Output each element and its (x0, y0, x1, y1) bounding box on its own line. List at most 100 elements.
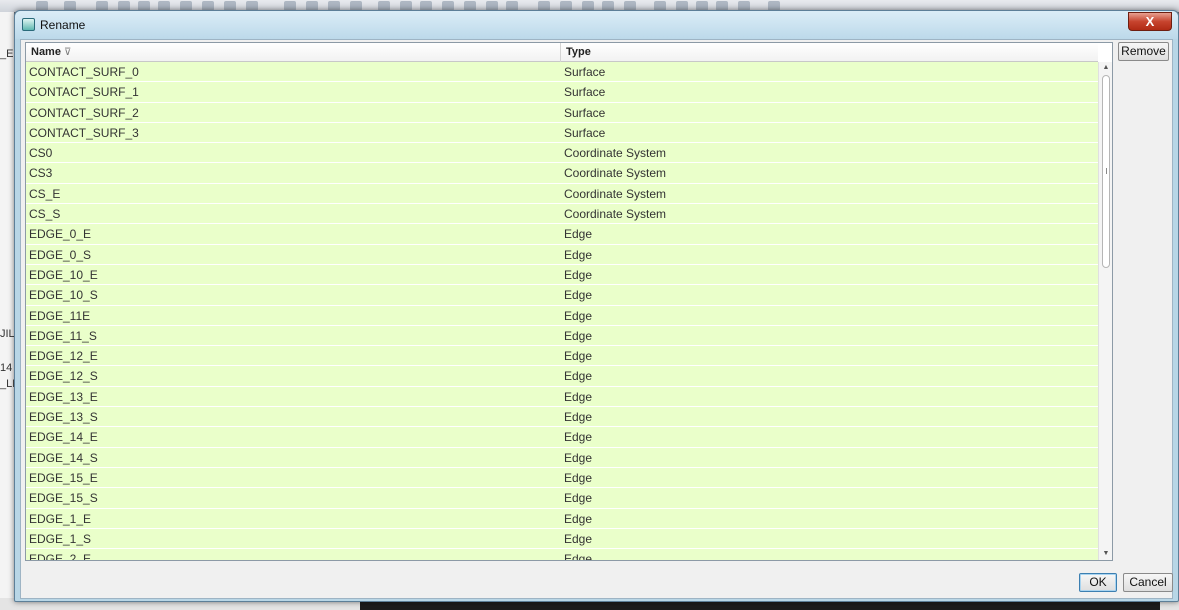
column-header-type[interactable]: Type (561, 43, 1098, 62)
cell-type: Edge (564, 531, 593, 546)
rename-dialog: Rename X Name ⊽ Type CONTACT_SURF_0 Surfac… (14, 10, 1179, 602)
column-header-label: Name (31, 46, 61, 58)
cell-name[interactable]: EDGE_1_S (29, 529, 557, 549)
table-row[interactable]: EDGE_0_S Edge (26, 244, 1098, 265)
table-body: CONTACT_SURF_0 Surface CONTACT_SURF_1 Surfa… (26, 62, 1098, 560)
table-row[interactable]: CS3 Coordinate System (26, 163, 1098, 184)
table-row[interactable]: EDGE_14_E Edge (26, 427, 1098, 448)
table-row[interactable]: CS_E Coordinate System (26, 183, 1098, 205)
cell-type: Edge (564, 267, 593, 282)
cell-name[interactable]: EDGE_14_S (29, 448, 557, 468)
table-row[interactable]: EDGE_2_E Edge (26, 549, 1098, 560)
sort-filter-icon[interactable]: ⊽ (64, 47, 71, 58)
cell-type: Edge (564, 288, 593, 303)
table-row[interactable]: EDGE_14_S Edge (26, 447, 1098, 468)
cell-name[interactable]: CONTACT_SURF_3 (29, 123, 557, 143)
table-row[interactable]: EDGE_13_E Edge (26, 386, 1098, 408)
cell-type: Edge (564, 511, 593, 526)
cell-name[interactable]: EDGE_0_S (29, 245, 557, 265)
background-fragment: 14 (0, 362, 13, 374)
cell-type: Surface (564, 85, 606, 100)
table-row[interactable]: EDGE_11_S Edge (26, 325, 1098, 347)
cell-name[interactable]: EDGE_14_E (29, 427, 557, 447)
table-row[interactable]: EDGE_11E Edge (26, 305, 1098, 326)
vertical-scrollbar[interactable]: ▲ ▼ (1098, 62, 1112, 560)
table-row[interactable]: EDGE_10_E Edge (26, 264, 1098, 286)
table-row[interactable]: EDGE_12_S Edge (26, 366, 1098, 387)
cell-type: Edge (564, 552, 593, 560)
cell-name[interactable]: EDGE_15_S (29, 488, 557, 508)
column-header-label: Type (566, 46, 591, 58)
cell-type: Edge (564, 491, 593, 506)
cell-name[interactable]: CS3 (29, 163, 557, 183)
cell-name[interactable]: EDGE_11_S (29, 326, 557, 346)
cell-type: Surface (564, 125, 606, 140)
table-row[interactable]: EDGE_10_S Edge (26, 285, 1098, 306)
table-row[interactable]: CONTACT_SURF_3 Surface (26, 122, 1098, 144)
cell-name[interactable]: CS_S (29, 204, 557, 224)
background-dark-strip (360, 602, 1160, 610)
cell-type: Edge (564, 349, 593, 364)
table-row[interactable]: CONTACT_SURF_2 Surface (26, 102, 1098, 123)
background-left-panel: _E JIL 14 _LE (0, 12, 14, 610)
cell-type: Edge (564, 247, 593, 262)
items-table: Name ⊽ Type CONTACT_SURF_0 Surface CONTACT_… (25, 42, 1113, 561)
cell-type: Coordinate System (564, 146, 667, 161)
cell-name[interactable]: CONTACT_SURF_2 (29, 103, 557, 123)
scroll-up-arrow-icon[interactable]: ▲ (1099, 62, 1112, 74)
table-row[interactable]: CS_S Coordinate System (26, 204, 1098, 225)
cell-name[interactable]: EDGE_13_S (29, 407, 557, 427)
cell-type: Coordinate System (564, 186, 667, 201)
cell-type: Coordinate System (564, 166, 667, 181)
scroll-down-arrow-icon[interactable]: ▼ (1099, 548, 1112, 560)
table-row[interactable]: CONTACT_SURF_0 Surface (26, 62, 1098, 83)
cell-name[interactable]: CONTACT_SURF_0 (29, 62, 557, 82)
cell-type: Edge (564, 450, 593, 465)
cell-name[interactable]: EDGE_15_E (29, 468, 557, 488)
scrollbar-thumb[interactable] (1102, 75, 1110, 268)
table-row[interactable]: EDGE_15_E Edge (26, 467, 1098, 489)
cell-name[interactable]: EDGE_0_E (29, 224, 557, 244)
table-row[interactable]: EDGE_0_E Edge (26, 224, 1098, 245)
cell-name[interactable]: EDGE_12_E (29, 346, 557, 366)
cell-name[interactable]: CS0 (29, 143, 557, 163)
cell-name[interactable]: EDGE_1_E (29, 509, 557, 529)
rename-dialog-icon (22, 18, 35, 31)
column-header-name[interactable]: Name ⊽ (26, 43, 561, 62)
dialog-client-area: Name ⊽ Type CONTACT_SURF_0 Surface CONTACT_… (20, 39, 1173, 599)
ok-button[interactable]: OK (1079, 573, 1117, 592)
cell-type: Coordinate System (564, 207, 667, 222)
cancel-button[interactable]: Cancel (1123, 573, 1173, 592)
cell-name[interactable]: EDGE_10_S (29, 285, 557, 305)
background-fragment: _LE (0, 378, 14, 390)
cell-type: Edge (564, 410, 593, 425)
table-row[interactable]: EDGE_1_S Edge (26, 528, 1098, 550)
cell-type: Edge (564, 308, 593, 323)
cell-name[interactable]: EDGE_13_E (29, 387, 557, 407)
close-icon: X (1145, 14, 1155, 29)
table-row[interactable]: EDGE_15_S Edge (26, 488, 1098, 509)
cell-name[interactable]: CS_E (29, 184, 557, 204)
background-fragment: JIL (0, 328, 14, 340)
table-header: Name ⊽ Type (26, 43, 1098, 62)
cell-type: Edge (564, 389, 593, 404)
cell-name[interactable]: EDGE_11E (29, 306, 557, 326)
close-button[interactable]: X (1128, 12, 1172, 31)
table-row[interactable]: CONTACT_SURF_1 Surface (26, 82, 1098, 103)
table-row[interactable]: EDGE_12_E Edge (26, 346, 1098, 367)
cell-name[interactable]: EDGE_2_E (29, 549, 557, 560)
remove-button[interactable]: Remove (1118, 42, 1169, 61)
cell-name[interactable]: CONTACT_SURF_1 (29, 82, 557, 102)
cell-name[interactable]: EDGE_12_S (29, 366, 557, 386)
table-row[interactable]: EDGE_13_S Edge (26, 407, 1098, 428)
cell-type: Surface (564, 65, 606, 79)
scrollbar-grip (1106, 168, 1107, 174)
table-row[interactable]: CS0 Coordinate System (26, 143, 1098, 164)
table-row[interactable]: EDGE_1_E Edge (26, 508, 1098, 529)
dialog-titlebar[interactable]: Rename X (15, 11, 1178, 39)
cell-type: Edge (564, 430, 593, 445)
cell-type: Edge (564, 470, 593, 485)
dialog-title: Rename (40, 18, 86, 32)
cell-name[interactable]: EDGE_10_E (29, 265, 557, 285)
cell-type: Surface (564, 105, 606, 120)
